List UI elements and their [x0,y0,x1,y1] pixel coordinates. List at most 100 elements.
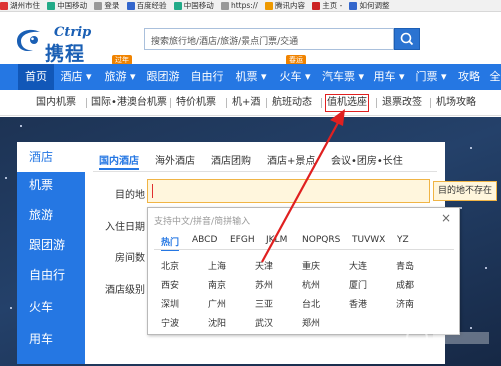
bookmark-item[interactable]: https:// [220,0,258,11]
subnav-domestic-flights[interactable]: 国内机票 [36,90,76,115]
bookmark-item[interactable]: 腾讯内容 [265,0,305,11]
tab-nopqrs[interactable]: NOPQRS [302,235,340,245]
watermark-logo [406,327,489,349]
logo-english[interactable]: Ctrip [54,25,91,40]
tab-divider [93,171,437,172]
bookmark-icon [94,1,103,10]
star-decoration [460,207,462,209]
nav-car[interactable]: 用车 ▾ [369,64,409,90]
destination-input[interactable] [147,179,430,203]
bookmark-icon [173,1,182,10]
city-item[interactable]: 宁波 [161,316,179,329]
main-nav: 首页 酒店 ▾ 旅游 ▾ 跟团游 自由行 机票 ▾ 火车 ▾ 汽车票 ▾ 用车 … [0,64,501,90]
city-item[interactable]: 济南 [396,297,414,310]
sidebar-item-group-tour[interactable]: 跟团游 [17,230,85,260]
nav-tickets[interactable]: 门票 ▾ [410,64,452,90]
separator [430,98,431,108]
city-item[interactable]: 重庆 [302,259,320,272]
logo-chinese[interactable]: 携程 [45,39,85,66]
tab-yz[interactable]: YZ [397,235,409,245]
tab-overseas-hotel[interactable]: 海外酒店 [155,152,195,170]
room-count-label: 房间数 [115,253,145,264]
nav-travel[interactable]: 旅游 ▾ [99,64,141,90]
sidebar-item-hotel[interactable]: 酒店 [17,142,85,172]
subnav-checkin-seat[interactable]: 值机选座 [325,94,369,112]
tab-abcd[interactable]: ABCD [192,235,217,245]
city-item[interactable]: 南京 [208,278,226,291]
text-caret [152,184,153,198]
star-decoration [485,267,487,269]
nav-train[interactable]: 火车 ▾ [274,64,316,90]
sidebar-item-flights[interactable]: 机票 [17,170,85,200]
nav-flights[interactable]: 机票 ▾ [230,64,272,90]
sidebar-item-car[interactable]: 用车 [17,324,85,354]
tab-jklm[interactable]: JKLM [266,235,287,245]
sidebar-item-free-travel[interactable]: 自由行 [17,260,85,290]
nav-bus[interactable]: 汽车票 ▾ [318,64,368,90]
search-button[interactable] [394,28,420,50]
sidebar-item-train[interactable]: 火车 [17,292,85,322]
nav-group-tour[interactable]: 跟团游 [142,64,184,90]
city-item[interactable]: 深圳 [161,297,179,310]
bookmark-icon [265,1,274,10]
separator [376,98,377,108]
city-item[interactable]: 郑州 [302,316,320,329]
bookmark-item[interactable]: 主页 - [312,0,342,11]
ctrip-logo-icon[interactable] [14,28,44,54]
city-item[interactable]: 沈阳 [208,316,226,329]
city-item[interactable]: 苏州 [255,278,273,291]
nav-more[interactable]: 全 [488,64,501,90]
dropdown-hint: 支持中文/拼音/简拼输入 [154,217,251,227]
destination-label: 目的地 [115,190,145,201]
bookmark-item[interactable]: 中国移动 [173,0,214,11]
separator [170,98,171,108]
bookmark-icon [312,1,321,10]
tab-tuvwx[interactable]: TUVWX [352,235,385,245]
city-item[interactable]: 台北 [302,297,320,310]
tab-efgh[interactable]: EFGH [230,235,255,245]
city-item[interactable]: 大连 [349,259,367,272]
city-item[interactable]: 香港 [349,297,367,310]
subnav-special-flights[interactable]: 特价机票 [176,90,216,115]
subnav-flight-hotel[interactable]: 机+酒 [232,90,260,115]
hotel-level-label: 酒店级别 [105,285,145,296]
city-item[interactable]: 厦门 [349,278,367,291]
subnav-refund-change[interactable]: 退票改签 [382,90,422,115]
city-item[interactable]: 西安 [161,278,179,291]
bookmark-item[interactable]: 如何调整 [349,0,389,11]
tab-hotel-groupbuy[interactable]: 酒店团购 [211,152,251,170]
site-header: Ctrip 携程 搜索旅行地/酒店/旅游/景点门票/交通 [0,12,501,66]
star-decoration [10,307,12,309]
city-item[interactable]: 杭州 [302,278,320,291]
nav-hotel[interactable]: 酒店 ▾ [56,64,96,90]
nav-home[interactable]: 首页 [18,64,54,90]
tab-meeting-longstay[interactable]: 会议•团房•长住 [331,152,403,170]
city-item[interactable]: 武汉 [255,316,273,329]
city-item[interactable]: 三亚 [255,297,273,310]
category-sidebar: 酒店 机票 旅游 跟团游 自由行 火车 用车 [17,142,85,364]
city-item[interactable]: 成都 [396,278,414,291]
flight-subnav: 国内机票 国际•港澳台机票 特价机票 机+酒 航班动态 值机选座 退票改签 机场… [0,90,501,116]
nav-free-travel[interactable]: 自由行 [186,64,228,90]
destination-error-tip: 目的地不存在 [433,181,498,201]
tab-domestic-hotel[interactable]: 国内酒店 [99,152,139,170]
subnav-flight-status[interactable]: 航班动态 [272,90,312,115]
city-item[interactable]: 天津 [255,259,273,272]
city-item[interactable]: 广州 [208,297,226,310]
city-item[interactable]: 青岛 [396,259,414,272]
bookmark-icon [47,1,56,10]
city-item[interactable]: 上海 [208,259,226,272]
bookmark-item[interactable]: 中国移动 [47,0,87,11]
close-icon[interactable]: × [441,211,451,225]
subnav-international-flights[interactable]: 国际•港澳台机票 [91,90,167,115]
site-search-input[interactable]: 搜索旅行地/酒店/旅游/景点门票/交通 [144,28,394,50]
subnav-airport-guide[interactable]: 机场攻略 [436,90,476,115]
sidebar-item-travel[interactable]: 旅游 [17,200,85,230]
nav-guides[interactable]: 攻略 [454,64,484,90]
bookmark-item[interactable]: 登录 [94,0,119,11]
bookmark-item[interactable]: 湖州市住 [0,0,40,11]
city-item[interactable]: 北京 [161,259,179,272]
city-dropdown: 支持中文/拼音/简拼输入 × 热门 ABCD EFGH JKLM NOPQRS … [147,207,460,335]
bookmark-item[interactable]: 百度经验 [126,0,167,11]
tab-hotel-attraction[interactable]: 酒店+景点 [267,152,315,170]
